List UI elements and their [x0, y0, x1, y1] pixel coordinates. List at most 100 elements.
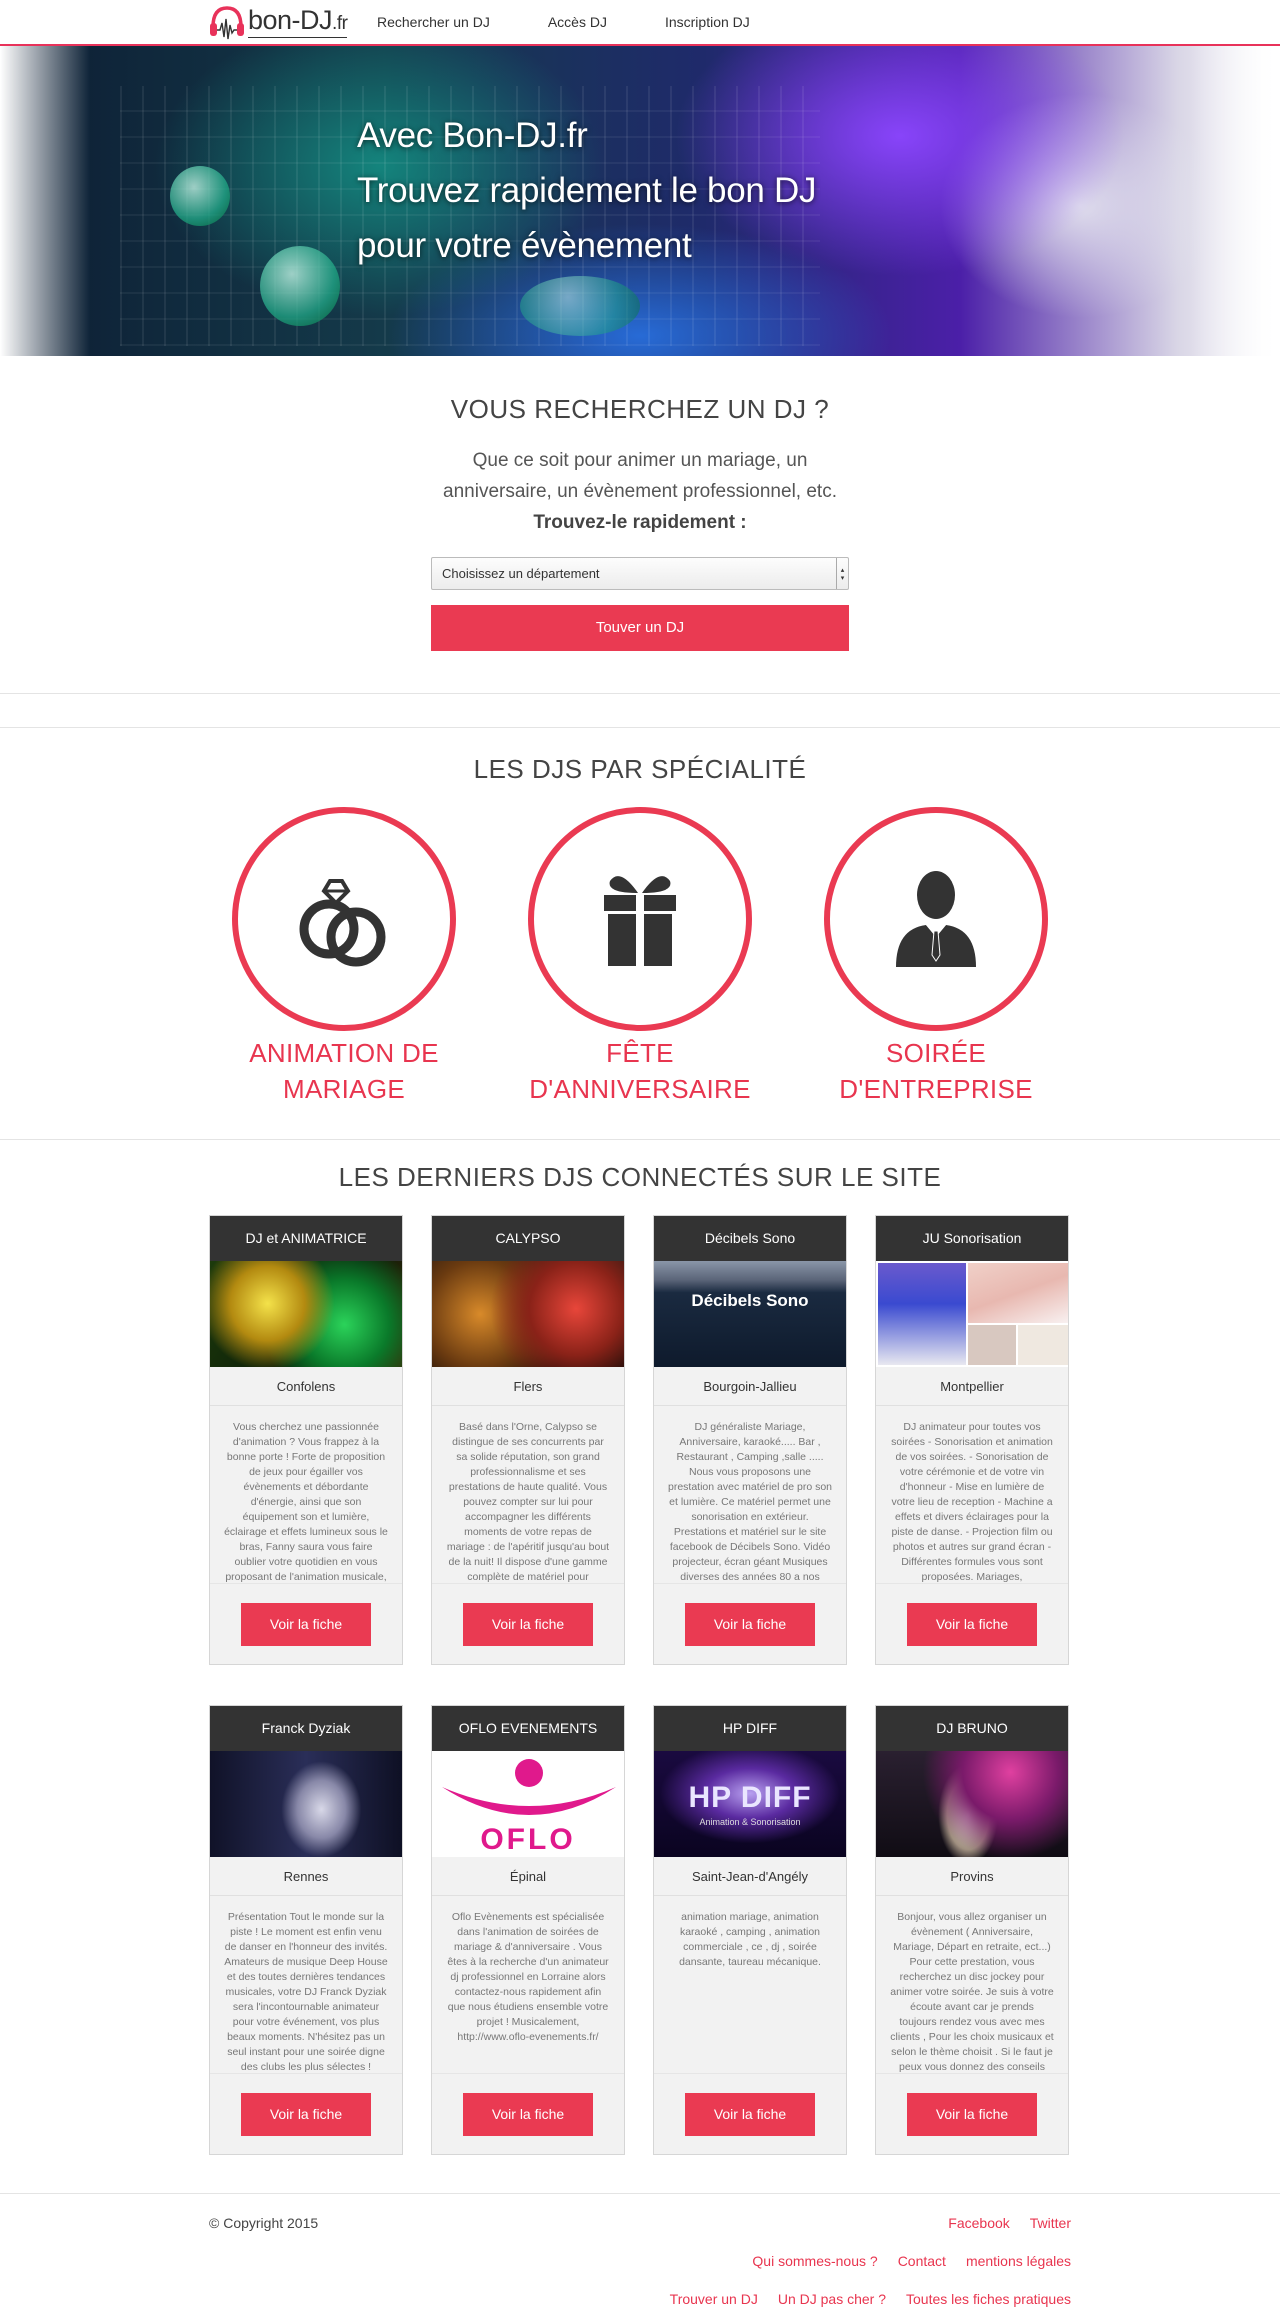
latest-djs-title: LES DERNIERS DJS CONNECTÉS SUR LE SITE: [338, 1162, 942, 1192]
footer-link-about[interactable]: Qui sommes-nous ?: [752, 2253, 877, 2269]
dj-card: DJ et ANIMATRICE Confolens Vous cherchez…: [209, 1215, 403, 1665]
gift-icon: [604, 876, 676, 966]
hero-fade-left: [0, 46, 90, 356]
view-profile-button[interactable]: Voir la fiche: [241, 2092, 371, 2136]
find-dj-button[interactable]: Touver un DJ: [431, 605, 849, 651]
dj-card: Décibels Sono Décibels Sono Bourgoin-Jal…: [653, 1215, 847, 1665]
dj-card-name[interactable]: Franck Dyziak: [210, 1706, 402, 1751]
footer-link-contact[interactable]: Contact: [898, 2253, 946, 2269]
section-spacer: [0, 694, 1280, 728]
search-lead-2: anniversaire, un évènement professionnel…: [443, 481, 837, 502]
dj-card-name[interactable]: OFLO EVENEMENTS: [432, 1706, 624, 1751]
view-profile-button[interactable]: Voir la fiche: [463, 1602, 593, 1646]
specialty-label[interactable]: SOIRÉE D'ENTREPRISE: [839, 1035, 1032, 1107]
dj-card-city: Flers: [432, 1367, 624, 1406]
hero-knob: [170, 166, 230, 226]
specialty-circle[interactable]: [232, 807, 456, 1031]
view-profile-button[interactable]: Voir la fiche: [685, 2092, 815, 2136]
view-profile-button[interactable]: Voir la fiche: [907, 1602, 1037, 1646]
headphones-logo-icon: [210, 6, 244, 40]
nav-item-acces[interactable]: Accès DJ: [548, 0, 607, 45]
footer-link-facebook[interactable]: Facebook: [948, 2215, 1009, 2231]
hero-fade-right: [1190, 46, 1280, 356]
dj-card-grid: DJ et ANIMATRICE Confolens Vous cherchez…: [209, 1215, 1069, 2155]
dj-card-photo[interactable]: [876, 1751, 1068, 1857]
department-select[interactable]: Choisissez un département ▴ ▾: [431, 557, 849, 590]
dj-card-photo-text: Décibels Sono: [691, 1291, 809, 1310]
specialty-label[interactable]: FÊTE D'ANNIVERSAIRE: [529, 1035, 751, 1107]
nav-links: Rechercher un DJ Accès DJ Inscription DJ: [377, 0, 808, 45]
dj-card: DJ BRUNO Provins Bonjour, vous allez org…: [875, 1705, 1069, 2155]
dj-card: Franck Dyziak Rennes Présentation Tout l…: [209, 1705, 403, 2155]
search-section: VOUS RECHERCHEZ UN DJ ? Que ce soit pour…: [0, 356, 1280, 694]
dj-card-description: Oflo Evènements est spécialisée dans l'a…: [447, 1911, 609, 2043]
dj-card-name[interactable]: JU Sonorisation: [876, 1216, 1068, 1261]
view-profile-button[interactable]: Voir la fiche: [241, 1602, 371, 1646]
hero-line-1: Avec Bon-DJ.fr: [357, 116, 588, 155]
dj-card-description: Bonjour, vous allez organiser un évèneme…: [890, 1911, 1054, 2073]
dj-card-city: Bourgoin-Jallieu: [654, 1367, 846, 1406]
brand-name: bon-DJ.fr: [248, 6, 348, 38]
dj-card-description: Vous cherchez une passionnée d'animation…: [224, 1421, 388, 1583]
dj-card-description: DJ animateur pour toutes vos soirées - S…: [891, 1421, 1053, 1583]
nav-item-inscription[interactable]: Inscription DJ: [665, 0, 750, 45]
search-strong: Trouvez-le rapidement :: [533, 512, 747, 533]
hero-line-3: pour votre évènement: [357, 226, 692, 265]
dj-card-city: Confolens: [210, 1367, 402, 1406]
footer-link-all-guides[interactable]: Toutes les fiches pratiques: [906, 2291, 1071, 2307]
dj-card-photo[interactable]: HP DIFF Animation & Sonorisation: [654, 1751, 846, 1857]
footer-link-find-dj[interactable]: Trouver un DJ: [670, 2291, 758, 2307]
dj-card: CALYPSO Flers Basé dans l'Orne, Calypso …: [431, 1215, 625, 1665]
dj-card-name[interactable]: Décibels Sono: [654, 1216, 846, 1261]
dj-card-photo[interactable]: [210, 1261, 402, 1367]
footer-link-twitter[interactable]: Twitter: [1030, 2215, 1071, 2231]
specialties-title: LES DJS PAR SPÉCIALITÉ: [473, 754, 807, 784]
dj-card-city: Saint-Jean-d'Angély: [654, 1857, 846, 1896]
dj-card-city: Montpellier: [876, 1367, 1068, 1406]
specialty-label[interactable]: ANIMATION DE MARIAGE: [249, 1035, 438, 1107]
footer-link-cheap-dj[interactable]: Un DJ pas cher ?: [778, 2291, 886, 2307]
footer-info-links: Qui sommes-nous ? Contact mentions légal…: [732, 2253, 1071, 2269]
dj-card-photo[interactable]: OFLO: [432, 1751, 624, 1857]
specialty-circle[interactable]: [824, 807, 1048, 1031]
footer-nav-links: Trouver un DJ Un DJ pas cher ? Toutes le…: [650, 2291, 1071, 2307]
businessman-icon: [896, 871, 976, 967]
footer-link-legal[interactable]: mentions légales: [966, 2253, 1071, 2269]
specialty-circle[interactable]: [528, 807, 752, 1031]
oflo-logo-text: OFLO: [480, 1823, 576, 1856]
dj-card: JU Sonorisation Montpellier DJ animateur…: [875, 1215, 1069, 1665]
dj-card-description: Basé dans l'Orne, Calypso se distingue d…: [446, 1421, 610, 1583]
dj-card-name[interactable]: HP DIFF: [654, 1706, 846, 1751]
dj-card-photo[interactable]: Décibels Sono: [654, 1261, 846, 1367]
view-profile-button[interactable]: Voir la fiche: [685, 1602, 815, 1646]
view-profile-button[interactable]: Voir la fiche: [907, 2092, 1037, 2136]
dj-card-description: DJ généraliste Mariage, Anniversaire, ka…: [668, 1421, 833, 1583]
page: bon-DJ.fr Rechercher un DJ Accès DJ Insc…: [0, 0, 1280, 2323]
dj-card: HP DIFF HP DIFF Animation & Sonorisation…: [653, 1705, 847, 2155]
search-title: VOUS RECHERCHEZ UN DJ ?: [450, 394, 830, 424]
footer: © Copyright 2015 Facebook Twitter Qui so…: [0, 2193, 1280, 2323]
dj-card-photo[interactable]: [876, 1261, 1068, 1367]
specialty-anniversaire[interactable]: FÊTE D'ANNIVERSAIRE: [492, 807, 788, 1107]
dj-card-name[interactable]: DJ BRUNO: [876, 1706, 1068, 1751]
footer-social-links: Facebook Twitter: [928, 2215, 1071, 2231]
latest-djs-section: LES DERNIERS DJS CONNECTÉS SUR LE SITE D…: [0, 1140, 1280, 2155]
specialty-entreprise[interactable]: SOIRÉE D'ENTREPRISE: [788, 807, 1084, 1107]
dj-card-description: Présentation Tout le monde sur la piste …: [224, 1911, 388, 2073]
nav-item-rechercher[interactable]: Rechercher un DJ: [377, 0, 490, 45]
dj-card-name[interactable]: DJ et ANIMATRICE: [210, 1216, 402, 1261]
dj-card-photo[interactable]: [432, 1261, 624, 1367]
hp-diff-logo-text: HP DIFF: [688, 1781, 812, 1814]
hp-diff-logo-sub: Animation & Sonorisation: [699, 1817, 801, 1827]
dj-card-name[interactable]: CALYPSO: [432, 1216, 624, 1261]
dj-card-photo[interactable]: [210, 1751, 402, 1857]
brand-logo[interactable]: bon-DJ.fr: [208, 0, 348, 45]
hero-banner: Avec Bon-DJ.fr Trouvez rapidement le bon…: [0, 46, 1280, 356]
dj-card-city: Épinal: [432, 1857, 624, 1896]
hero-line-2: Trouvez rapidement le bon DJ: [357, 171, 817, 210]
hero-knob: [260, 246, 340, 326]
dj-card: OFLO EVENEMENTS OFLO Épinal Oflo Evèneme…: [431, 1705, 625, 2155]
specialty-mariage[interactable]: ANIMATION DE MARIAGE: [196, 807, 492, 1107]
view-profile-button[interactable]: Voir la fiche: [463, 2092, 593, 2136]
specialties-section: LES DJS PAR SPÉCIALITÉ ANIMATION DE MARI…: [0, 728, 1280, 1140]
